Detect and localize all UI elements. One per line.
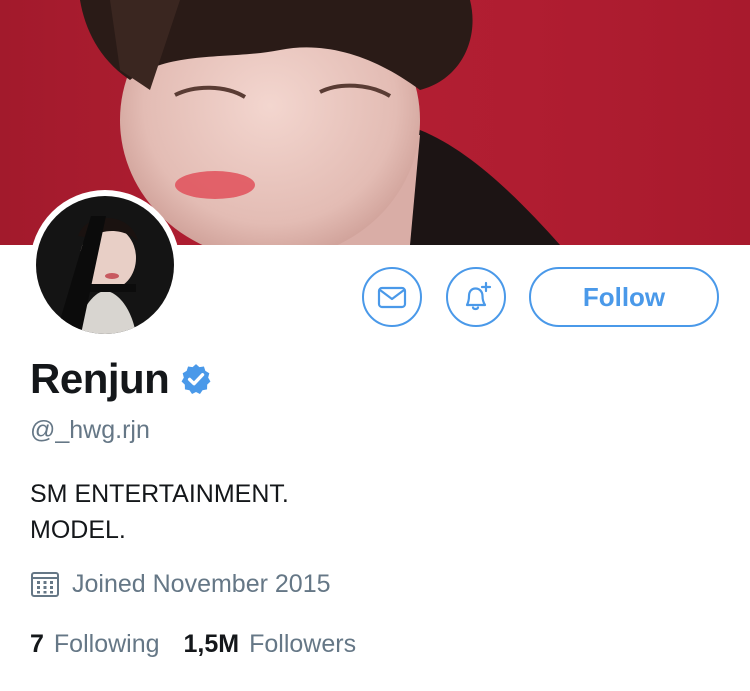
profile-bio: SM ENTERTAINMENT. MODEL. (30, 476, 289, 548)
followers-link[interactable]: 1,5M Followers (184, 630, 357, 659)
profile-name-row: Renjun (30, 355, 213, 403)
calendar-icon (31, 572, 59, 597)
following-link[interactable]: 7 Following (30, 630, 160, 659)
follow-button[interactable]: Follow (529, 267, 719, 327)
bell-plus-icon (465, 281, 492, 311)
message-button[interactable] (362, 267, 422, 327)
following-label: Following (53, 630, 160, 658)
verified-badge-icon (181, 364, 211, 395)
followers-label: Followers (249, 630, 357, 658)
profile-avatar[interactable] (30, 190, 180, 340)
following-count: 7 (30, 630, 44, 658)
follow-stats: 7 Following 1,5M Followers (30, 630, 356, 659)
joined-date-row: Joined November 2015 (30, 569, 331, 599)
profile-name: Renjun (30, 355, 170, 402)
bio-line: MODEL. (30, 516, 126, 544)
notifications-button[interactable] (446, 267, 506, 327)
bio-line: SM ENTERTAINMENT. (30, 480, 289, 508)
avatar-photo (36, 196, 174, 334)
joined-date: Joined November 2015 (72, 569, 331, 598)
profile-handle: @_hwg.rjn (30, 416, 150, 444)
followers-count: 1,5M (183, 630, 240, 658)
envelope-icon (377, 286, 407, 309)
